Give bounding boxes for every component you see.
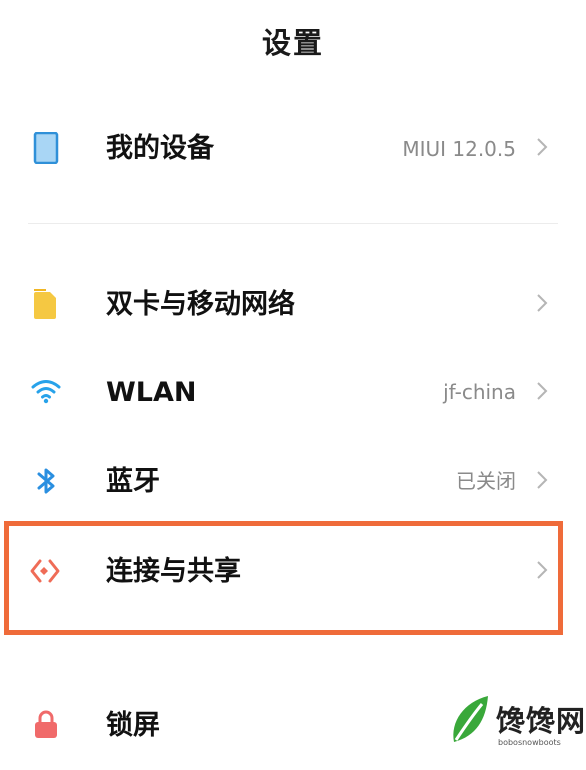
chevron-right-icon (537, 382, 548, 400)
watermark-subtext: bobosnowboots (498, 738, 561, 747)
section-divider (28, 223, 558, 224)
bluetooth-icon (37, 468, 55, 494)
settings-item-label: 双卡与移动网络 (106, 289, 295, 320)
watermark: 馋馋网 bobosnowboots (446, 692, 586, 749)
lock-icon (35, 710, 57, 738)
watermark-text: 馋馋网 (496, 704, 586, 738)
sim-card-icon (34, 289, 56, 319)
wifi-icon (31, 380, 61, 404)
leaf-logo-icon (453, 696, 488, 742)
settings-item-wlan[interactable]: WLAN jf-china (0, 349, 586, 435)
settings-item-value: 已关闭 (456, 469, 516, 493)
device-icon (33, 132, 59, 164)
settings-item-my-device[interactable]: 我的设备 MIUI 12.0.5 (0, 105, 586, 191)
settings-item-label: WLAN (106, 377, 197, 408)
settings-item-label: 我的设备 (106, 133, 214, 164)
settings-item-label: 锁屏 (106, 710, 160, 741)
settings-item-sim-network[interactable]: 双卡与移动网络 (0, 260, 586, 346)
settings-item-label: 蓝牙 (106, 466, 160, 497)
settings-item-bluetooth[interactable]: 蓝牙 已关闭 (0, 438, 586, 524)
chevron-right-icon (537, 294, 548, 312)
settings-item-value: jf-china (443, 380, 516, 404)
chevron-right-icon (537, 471, 548, 489)
chevron-right-icon (537, 138, 548, 156)
highlight-box (4, 521, 563, 635)
page-title: 设置 (261, 26, 324, 60)
settings-item-value: MIUI 12.0.5 (402, 137, 516, 161)
